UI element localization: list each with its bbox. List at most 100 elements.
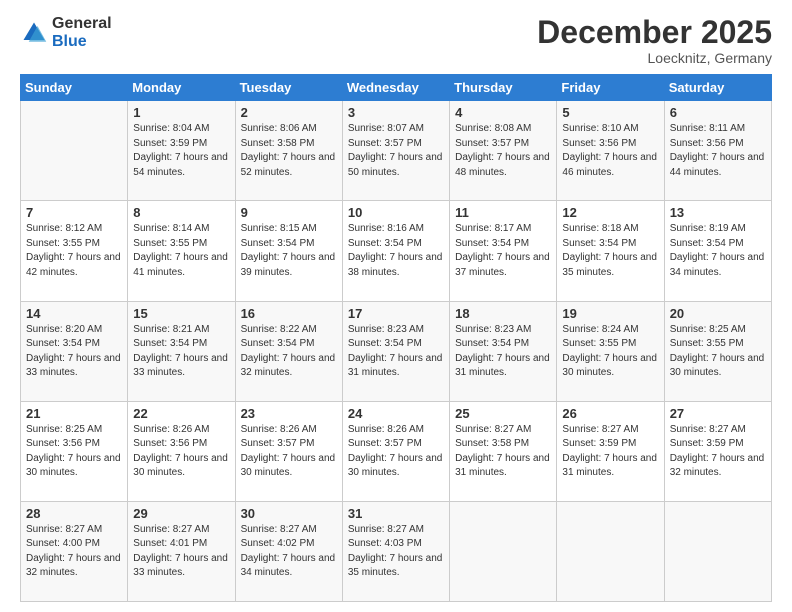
day-number: 6	[670, 105, 766, 120]
day-number: 20	[670, 306, 766, 321]
day-number: 17	[348, 306, 444, 321]
calendar-cell-w1-d4: 3 Sunrise: 8:07 AMSunset: 3:57 PMDaylight…	[342, 101, 449, 201]
day-info: Sunrise: 8:16 AMSunset: 3:54 PMDaylight:…	[348, 222, 444, 280]
calendar-cell-w4-d3: 23 Sunrise: 8:26 AMSunset: 3:57 PMDayligh…	[235, 401, 342, 501]
day-info: Sunrise: 8:27 AMSunset: 4:03 PMDaylight:…	[348, 523, 444, 581]
day-info: Sunrise: 8:15 AMSunset: 3:54 PMDaylight:…	[241, 222, 337, 280]
calendar-cell-w1-d7: 6 Sunrise: 8:11 AMSunset: 3:56 PMDaylight…	[664, 101, 771, 201]
day-number: 12	[562, 205, 658, 220]
day-number: 4	[455, 105, 551, 120]
day-info: Sunrise: 8:23 AMSunset: 3:54 PMDaylight:…	[455, 323, 551, 381]
day-info: Sunrise: 8:22 AMSunset: 3:54 PMDaylight:…	[241, 323, 337, 381]
day-number: 19	[562, 306, 658, 321]
calendar-week-3: 14 Sunrise: 8:20 AMSunset: 3:54 PMDayligh…	[21, 301, 772, 401]
calendar-cell-w5-d5	[450, 501, 557, 601]
location: Loecknitz, Germany	[537, 50, 772, 66]
day-number: 15	[133, 306, 229, 321]
calendar-cell-w1-d3: 2Sunrise: 8:06 AMSunset: 3:58 PMDaylight…	[235, 101, 342, 201]
day-number: 21	[26, 406, 122, 421]
day-info: Sunrise: 8:11 AMSunset: 3:56 PMDaylight:…	[670, 122, 766, 180]
day-number: 22	[133, 406, 229, 421]
page: General Blue December 2025 Loecknitz, Ge…	[0, 0, 792, 612]
day-number: 10	[348, 205, 444, 220]
calendar-week-1: 1Sunrise: 8:04 AMSunset: 3:59 PMDaylight…	[21, 101, 772, 201]
day-info: Sunrise: 8:26 AMSunset: 3:57 PMDaylight:…	[241, 423, 337, 481]
day-number: 18	[455, 306, 551, 321]
calendar-cell-w1-d6: 5 Sunrise: 8:10 AMSunset: 3:56 PMDaylight…	[557, 101, 664, 201]
day-number: 25	[455, 406, 551, 421]
day-number: 16	[241, 306, 337, 321]
day-info: Sunrise: 8:06 AMSunset: 3:58 PMDaylight:…	[241, 122, 337, 180]
calendar-cell-w4-d2: 22 Sunrise: 8:26 AMSunset: 3:56 PMDayligh…	[128, 401, 235, 501]
day-number: 8	[133, 205, 229, 220]
day-number: 28	[26, 506, 122, 521]
logo-general: General	[52, 15, 112, 33]
title-section: December 2025 Loecknitz, Germany	[537, 15, 772, 66]
calendar-cell-w3-d1: 14 Sunrise: 8:20 AMSunset: 3:54 PMDayligh…	[21, 301, 128, 401]
calendar-cell-w3-d5: 18 Sunrise: 8:23 AMSunset: 3:54 PMDayligh…	[450, 301, 557, 401]
day-number: 14	[26, 306, 122, 321]
calendar-week-4: 21Sunrise: 8:25 AMSunset: 3:56 PMDayligh…	[21, 401, 772, 501]
day-info: Sunrise: 8:27 AMSunset: 3:59 PMDaylight:…	[670, 423, 766, 481]
logo-blue: Blue	[52, 33, 112, 51]
day-number: 9	[241, 205, 337, 220]
day-info: Sunrise: 8:10 AMSunset: 3:56 PMDaylight:…	[562, 122, 658, 180]
logo-icon	[20, 19, 48, 47]
calendar-cell-w3-d6: 19 Sunrise: 8:24 AMSunset: 3:55 PMDayligh…	[557, 301, 664, 401]
calendar-header-row: Sunday Monday Tuesday Wednesday Thursday…	[21, 75, 772, 101]
col-monday: Monday	[128, 75, 235, 101]
day-number: 26	[562, 406, 658, 421]
day-info: Sunrise: 8:26 AMSunset: 3:56 PMDaylight:…	[133, 423, 229, 481]
col-sunday: Sunday	[21, 75, 128, 101]
calendar-cell-w2-d5: 11 Sunrise: 8:17 AMSunset: 3:54 PMDayligh…	[450, 201, 557, 301]
calendar-cell-w5-d1: 28 Sunrise: 8:27 AMSunset: 4:00 PMDayligh…	[21, 501, 128, 601]
day-info: Sunrise: 8:19 AMSunset: 3:54 PMDaylight:…	[670, 222, 766, 280]
header: General Blue December 2025 Loecknitz, Ge…	[20, 15, 772, 66]
col-wednesday: Wednesday	[342, 75, 449, 101]
calendar-cell-w5-d6	[557, 501, 664, 601]
day-info: Sunrise: 8:08 AMSunset: 3:57 PMDaylight:…	[455, 122, 551, 180]
day-info: Sunrise: 8:20 AMSunset: 3:54 PMDaylight:…	[26, 323, 122, 381]
day-number: 3	[348, 105, 444, 120]
day-info: Sunrise: 8:27 AMSunset: 4:01 PMDaylight:…	[133, 523, 229, 581]
day-info: Sunrise: 8:12 AMSunset: 3:55 PMDaylight:…	[26, 222, 122, 280]
calendar-cell-w2-d6: 12 Sunrise: 8:18 AMSunset: 3:54 PMDayligh…	[557, 201, 664, 301]
calendar-cell-w4-d4: 24Sunrise: 8:26 AMSunset: 3:57 PMDayligh…	[342, 401, 449, 501]
calendar-cell-w3-d3: 16 Sunrise: 8:22 AMSunset: 3:54 PMDayligh…	[235, 301, 342, 401]
calendar-cell-w2-d1: 7 Sunrise: 8:12 AMSunset: 3:55 PMDaylight…	[21, 201, 128, 301]
day-info: Sunrise: 8:17 AMSunset: 3:54 PMDaylight:…	[455, 222, 551, 280]
day-info: Sunrise: 8:27 AMSunset: 3:59 PMDaylight:…	[562, 423, 658, 481]
calendar-cell-w3-d7: 20Sunrise: 8:25 AMSunset: 3:55 PMDayligh…	[664, 301, 771, 401]
calendar-cell-w1-d1	[21, 101, 128, 201]
day-info: Sunrise: 8:18 AMSunset: 3:54 PMDaylight:…	[562, 222, 658, 280]
day-number: 7	[26, 205, 122, 220]
col-friday: Friday	[557, 75, 664, 101]
day-number: 23	[241, 406, 337, 421]
calendar-cell-w5-d4: 31 Sunrise: 8:27 AMSunset: 4:03 PMDayligh…	[342, 501, 449, 601]
col-tuesday: Tuesday	[235, 75, 342, 101]
calendar-cell-w2-d3: 9 Sunrise: 8:15 AMSunset: 3:54 PMDaylight…	[235, 201, 342, 301]
day-number: 27	[670, 406, 766, 421]
day-number: 30	[241, 506, 337, 521]
day-info: Sunrise: 8:24 AMSunset: 3:55 PMDaylight:…	[562, 323, 658, 381]
day-number: 11	[455, 205, 551, 220]
day-number: 24	[348, 406, 444, 421]
day-number: 29	[133, 506, 229, 521]
calendar-cell-w3-d4: 17 Sunrise: 8:23 AMSunset: 3:54 PMDayligh…	[342, 301, 449, 401]
calendar-cell-w1-d2: 1Sunrise: 8:04 AMSunset: 3:59 PMDaylight…	[128, 101, 235, 201]
day-number: 31	[348, 506, 444, 521]
calendar-cell-w4-d5: 25Sunrise: 8:27 AMSunset: 3:58 PMDayligh…	[450, 401, 557, 501]
col-saturday: Saturday	[664, 75, 771, 101]
day-info: Sunrise: 8:27 AMSunset: 4:02 PMDaylight:…	[241, 523, 337, 581]
day-info: Sunrise: 8:14 AMSunset: 3:55 PMDaylight:…	[133, 222, 229, 280]
day-number: 1	[133, 105, 229, 120]
logo-text: General Blue	[52, 15, 112, 50]
calendar-table: Sunday Monday Tuesday Wednesday Thursday…	[20, 74, 772, 602]
day-info: Sunrise: 8:23 AMSunset: 3:54 PMDaylight:…	[348, 323, 444, 381]
calendar-cell-w4-d1: 21Sunrise: 8:25 AMSunset: 3:56 PMDayligh…	[21, 401, 128, 501]
col-thursday: Thursday	[450, 75, 557, 101]
day-number: 5	[562, 105, 658, 120]
day-info: Sunrise: 8:07 AMSunset: 3:57 PMDaylight:…	[348, 122, 444, 180]
logo: General Blue	[20, 15, 112, 50]
day-info: Sunrise: 8:27 AMSunset: 4:00 PMDaylight:…	[26, 523, 122, 581]
